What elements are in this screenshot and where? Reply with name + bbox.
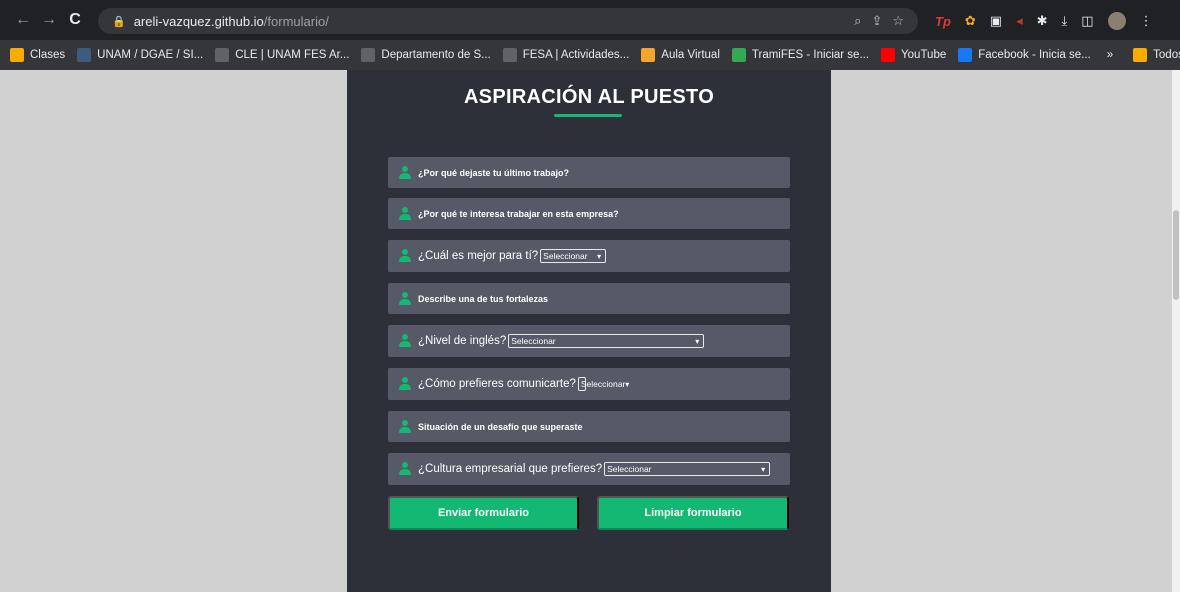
field-label: ¿Cultura empresarial que prefieres?	[418, 463, 603, 475]
submit-button[interactable]: Enviar formulario	[388, 496, 579, 530]
bookmark-item[interactable]: UNAM / DGAE / SI...	[77, 48, 203, 62]
user-icon	[398, 462, 412, 476]
bookmark-favicon-icon	[958, 48, 973, 62]
extension-red-icon[interactable]: ◂	[1016, 13, 1023, 29]
scrollbar[interactable]	[1172, 70, 1180, 592]
user-icon	[398, 291, 412, 306]
bookmark-item[interactable]: FESA | Actividades...	[502, 48, 630, 62]
select-dropdown[interactable]: Seleccionar ▾	[604, 462, 771, 476]
scrollbar-thumb[interactable]	[1173, 210, 1179, 300]
bookmark-label: Aula Virtual	[661, 49, 720, 61]
bookmark-label: Facebook - Inicia se...	[978, 49, 1091, 61]
form-field[interactable]: Describe una de tus fortalezas	[388, 283, 790, 314]
bookmark-favicon-icon	[77, 48, 92, 62]
bookmark-favicon-icon	[641, 48, 656, 62]
extensions-puzzle-icon[interactable]: ✱	[1037, 13, 1048, 29]
form-title: ASPIRACIÓN AL PUESTO	[463, 86, 715, 108]
bookmark-favicon-icon	[731, 48, 746, 62]
user-icon	[398, 419, 412, 434]
form-field: ¿Cómo prefieres comunicarte? Seleccionar ▾	[388, 368, 790, 400]
form-field: ¿Cuál es mejor para tí? Seleccionar ▾	[388, 240, 790, 272]
bookmark-label: UNAM / DGAE / SI...	[97, 49, 204, 61]
bookmark-label: TramiFES - Iniciar se...	[751, 49, 870, 61]
side-panel-icon[interactable]: ◫	[1081, 13, 1093, 29]
title-underline	[554, 114, 622, 117]
bookmark-label: CLE | UNAM FES Ar...	[235, 49, 350, 61]
address-bar[interactable]: 🔒 areli-vazquez.github.io/formulario/ ⌕ …	[98, 8, 918, 34]
zoom-icon[interactable]: ⌕	[854, 13, 861, 29]
bookmark-star-icon[interactable]: ☆	[892, 13, 904, 29]
field-label: Situación de un desafío que superaste	[418, 421, 583, 432]
lock-icon: 🔒	[112, 15, 126, 28]
user-icon	[398, 249, 412, 263]
user-icon	[398, 377, 412, 391]
field-label: Describe una de tus fortalezas	[418, 293, 549, 304]
bookmark-item[interactable]: Clases	[10, 48, 65, 62]
folder-icon	[1133, 48, 1148, 62]
forward-icon[interactable]: →	[36, 11, 62, 29]
profile-avatar[interactable]	[1107, 12, 1126, 30]
bookmark-favicon-icon	[10, 48, 24, 62]
user-icon	[398, 206, 412, 221]
bookmark-favicon-icon	[361, 48, 376, 62]
form-field[interactable]: ¿Por qué te interesa trabajar en esta em…	[388, 198, 790, 229]
bookmark-item[interactable]: Departamento de S...	[361, 48, 491, 62]
page-viewport: ASPIRACIÓN AL PUESTO Enviar formulario L…	[0, 70, 1172, 592]
chevron-down-icon: ▾	[625, 379, 630, 389]
reload-icon[interactable]: C	[62, 11, 88, 29]
download-icon[interactable]: ⤓	[1062, 13, 1068, 29]
url-host: areli-vazquez.github.io	[133, 13, 264, 29]
back-icon[interactable]: ←	[10, 11, 36, 29]
bookmark-label: YouTube	[901, 49, 947, 61]
chevron-down-icon: ▾	[695, 336, 700, 346]
select-value: Seleccionar	[580, 379, 626, 389]
bookmark-favicon-icon	[881, 48, 896, 62]
bookmark-item[interactable]: YouTube	[881, 48, 946, 62]
select-dropdown[interactable]: Seleccionar ▾	[508, 334, 705, 348]
select-value: Seleccionar	[511, 336, 556, 346]
field-label: ¿Por qué dejaste tu último trabajo?	[418, 167, 570, 178]
field-label: ¿Por qué te interesa trabajar en esta em…	[418, 208, 619, 219]
bookmark-label: Departamento de S...	[381, 49, 491, 61]
field-label: ¿Cuál es mejor para tí?	[418, 250, 539, 262]
bookmark-item[interactable]: CLE | UNAM FES Ar...	[215, 48, 349, 62]
field-label: ¿Cómo prefieres comunicarte?	[418, 378, 576, 390]
bookmark-item[interactable]: Facebook - Inicia se...	[958, 48, 1091, 62]
select-dropdown[interactable]: Seleccionar ▾	[540, 249, 607, 263]
select-dropdown[interactable]: Seleccionar ▾	[577, 377, 629, 391]
bookmark-item[interactable]: TramiFES - Iniciar se...	[731, 48, 870, 62]
form-field[interactable]: ¿Por qué dejaste tu último trabajo?	[388, 157, 790, 188]
extension-orange-icon[interactable]: ✿	[965, 13, 976, 29]
chevron-down-icon: ▾	[761, 464, 766, 474]
browser-toolbar: ← → C 🔒 areli-vazquez.github.io/formular…	[0, 0, 1180, 40]
extension-box-icon[interactable]: ▣	[990, 13, 1002, 29]
field-label: ¿Nivel de inglés?	[418, 335, 507, 347]
bookmark-label: Clases	[30, 49, 66, 61]
form-field: ¿Nivel de inglés? Seleccionar ▾	[388, 325, 790, 357]
select-value: Seleccionar	[543, 251, 588, 261]
bookmark-favicon-icon	[215, 48, 230, 62]
user-icon	[398, 334, 412, 348]
bookmarks-overflow-button[interactable]: »	[1107, 49, 1113, 61]
bookmarks-bar: Clases UNAM / DGAE / SI... CLE | UNAM FES …	[0, 40, 1180, 70]
clear-button[interactable]: Limpiar formulario	[597, 496, 789, 530]
chevron-down-icon: ▾	[597, 251, 602, 261]
share-icon[interactable]: ⇪	[871, 13, 882, 29]
menu-icon[interactable]: ⋮	[1140, 13, 1153, 29]
all-bookmarks-folder[interactable]: Todos los marcadores	[1133, 48, 1180, 62]
bookmark-item[interactable]: Aula Virtual	[641, 48, 720, 62]
user-icon	[398, 165, 412, 180]
form-field[interactable]: Situación de un desafío que superaste	[388, 411, 790, 442]
bookmark-label: FESA | Actividades...	[522, 49, 630, 61]
url-path: /formulario/	[263, 13, 329, 29]
form-panel: ASPIRACIÓN AL PUESTO Enviar formulario L…	[347, 70, 831, 592]
all-bookmarks-label: Todos los marcadores	[1153, 49, 1180, 61]
form-field: ¿Cultura empresarial que prefieres? Selec…	[388, 453, 790, 485]
select-value: Seleccionar	[607, 464, 652, 474]
bookmark-favicon-icon	[502, 48, 517, 62]
extension-tp-icon[interactable]: Tp	[935, 14, 951, 29]
